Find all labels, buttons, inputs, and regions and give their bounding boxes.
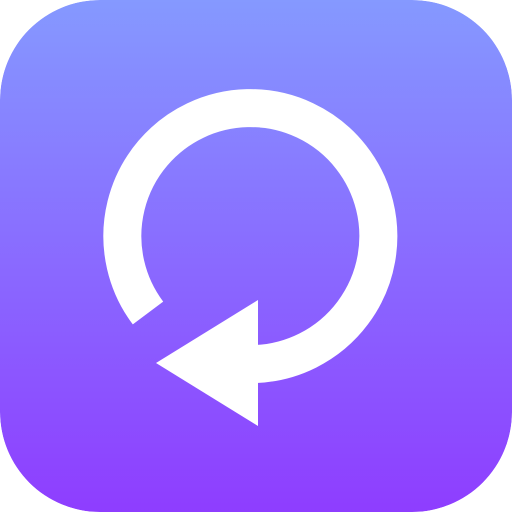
app-icon[interactable] [0,0,512,512]
icon-background [0,0,512,512]
rotate-left-icon [0,0,512,512]
